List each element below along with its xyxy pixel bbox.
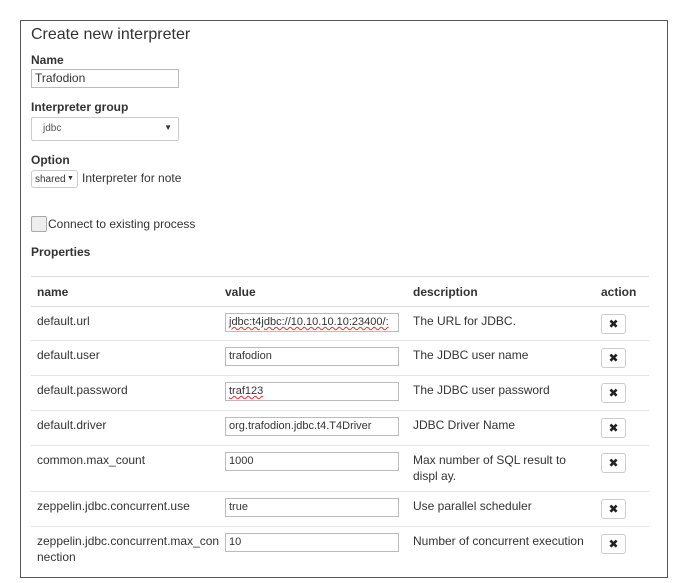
property-value-input[interactable]: jdbc:t4jdbc://10.10.10.10:23400/: [225, 313, 399, 332]
create-interpreter-panel: Create new interpreter Name Trafodion In… [20, 20, 668, 578]
property-name: common.max_count [31, 445, 219, 492]
property-name: zeppelin.jdbc.concurrent.use [31, 491, 219, 527]
property-description: The JDBC user password [407, 375, 595, 411]
name-input[interactable]: Trafodion [31, 69, 179, 88]
column-header-description: description [407, 277, 595, 307]
name-label: Name [31, 53, 64, 67]
interpreter-group-select[interactable]: jdbc ▼ [31, 117, 179, 141]
option-mode-value: shared [35, 174, 66, 185]
column-header-action: action [595, 277, 649, 307]
property-action-cell: ✖ [595, 340, 649, 376]
properties-table-container: name value description action default.ur… [31, 276, 649, 573]
property-name: default.url [31, 306, 219, 341]
option-label: Option [31, 153, 70, 167]
table-row: common.max_count 1000 Max number of SQL … [31, 445, 649, 492]
table-row: default.url jdbc:t4jdbc://10.10.10.10:23… [31, 306, 649, 341]
close-icon: ✖ [608, 502, 619, 516]
property-value-cell: true [219, 491, 407, 527]
property-value-cell: 10 [219, 527, 407, 573]
option-suffix-text: Interpreter for note [82, 171, 182, 185]
close-icon: ✖ [608, 351, 619, 365]
caret-down-icon: ▼ [67, 175, 74, 182]
property-action-cell: ✖ [595, 375, 649, 411]
close-icon: ✖ [608, 386, 619, 400]
close-icon: ✖ [608, 537, 619, 551]
property-description: Use parallel scheduler [407, 491, 595, 527]
property-value-cell: trafodion [219, 340, 407, 376]
property-description: Max number of SQL result to displ ay. [407, 445, 595, 492]
remove-property-button[interactable]: ✖ [601, 499, 626, 519]
property-value-text: traf123 [229, 385, 264, 397]
table-row: zeppelin.jdbc.concurrent.use true Use pa… [31, 491, 649, 527]
property-value-text: jdbc:t4jdbc://10.10.10.10:23400/: [229, 316, 389, 328]
property-value-input[interactable]: 1000 [225, 452, 399, 471]
remove-property-button[interactable]: ✖ [601, 534, 626, 554]
table-row: zeppelin.jdbc.concurrent.max_con nection… [31, 527, 649, 573]
property-description: JDBC Driver Name [407, 410, 595, 446]
properties-label: Properties [31, 245, 91, 259]
property-value-cell: org.trafodion.jdbc.t4.T4Driver [219, 410, 407, 446]
remove-property-button[interactable]: ✖ [601, 418, 626, 438]
remove-property-button[interactable]: ✖ [601, 453, 626, 473]
column-header-name: name [31, 277, 219, 307]
table-row: default.user trafodion The JDBC user nam… [31, 340, 649, 376]
close-icon: ✖ [608, 317, 619, 331]
table-row: default.driver org.trafodion.jdbc.t4.T4D… [31, 410, 649, 446]
close-icon: ✖ [608, 421, 619, 435]
property-description: Number of concurrent execution [413, 534, 584, 548]
option-mode-dropdown[interactable]: shared ▼ [31, 170, 78, 188]
interpreter-group-value: jdbc [43, 123, 62, 134]
property-value-cell: traf123 [219, 375, 407, 411]
remove-property-button[interactable]: ✖ [601, 314, 626, 334]
page-title: Create new interpreter [31, 26, 191, 43]
property-value-input[interactable]: 10 [225, 533, 399, 552]
interpreter-group-label: Interpreter group [31, 100, 129, 114]
table-row: default.password traf123 The JDBC user p… [31, 375, 649, 411]
property-description: The JDBC user name [407, 340, 595, 376]
property-name: default.user [31, 340, 219, 376]
property-description: The URL for JDBC. [407, 306, 595, 341]
property-action-cell: ✖ [595, 306, 649, 341]
connect-existing-checkbox[interactable] [31, 216, 47, 232]
property-action-cell: ✖ [595, 491, 649, 527]
remove-property-button[interactable]: ✖ [601, 348, 626, 368]
connect-existing-label: Connect to existing process [48, 217, 196, 231]
property-name: default.password [31, 375, 219, 411]
property-action-cell: ✖ [595, 445, 649, 492]
property-action-cell: ✖ [595, 410, 649, 446]
property-value-cell: jdbc:t4jdbc://10.10.10.10:23400/: [219, 306, 407, 341]
table-header-row: name value description action [31, 277, 649, 307]
property-action-cell: ✖ [595, 527, 649, 573]
property-name: default.driver [31, 410, 219, 446]
column-header-value: value [219, 277, 407, 307]
remove-property-button[interactable]: ✖ [601, 383, 626, 403]
property-value-input[interactable]: traf123 [225, 382, 399, 401]
chevron-down-icon: ▼ [164, 123, 172, 132]
property-value-input[interactable]: org.trafodion.jdbc.t4.T4Driver [225, 417, 399, 436]
close-icon: ✖ [608, 456, 619, 470]
property-value-input[interactable]: true [225, 498, 399, 517]
property-name: zeppelin.jdbc.concurrent.max_con nection [37, 534, 220, 564]
property-value-input[interactable]: trafodion [225, 347, 399, 366]
properties-table: name value description action default.ur… [31, 277, 649, 573]
property-value-cell: 1000 [219, 445, 407, 492]
